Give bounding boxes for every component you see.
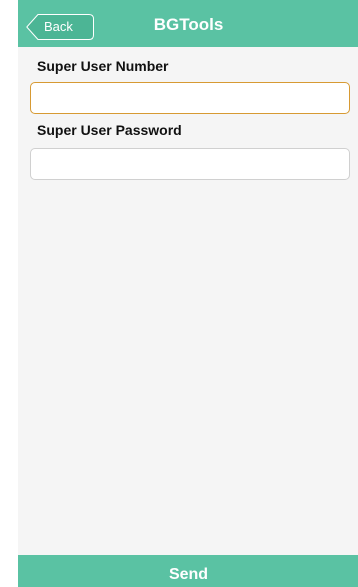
super-user-password-input[interactable] (30, 148, 350, 180)
header-bar: Back BGTools (18, 0, 358, 47)
page-title: BGTools (153, 15, 224, 34)
send-button-label: Send (168, 566, 209, 583)
super-user-number-input[interactable] (30, 82, 350, 114)
super-user-password-label: Super User Password (37, 122, 182, 138)
super-user-number-label: Super User Number (37, 58, 169, 74)
send-button[interactable]: Send (18, 555, 358, 587)
app-screen: Back BGTools Super User Number Super Use… (18, 0, 358, 587)
